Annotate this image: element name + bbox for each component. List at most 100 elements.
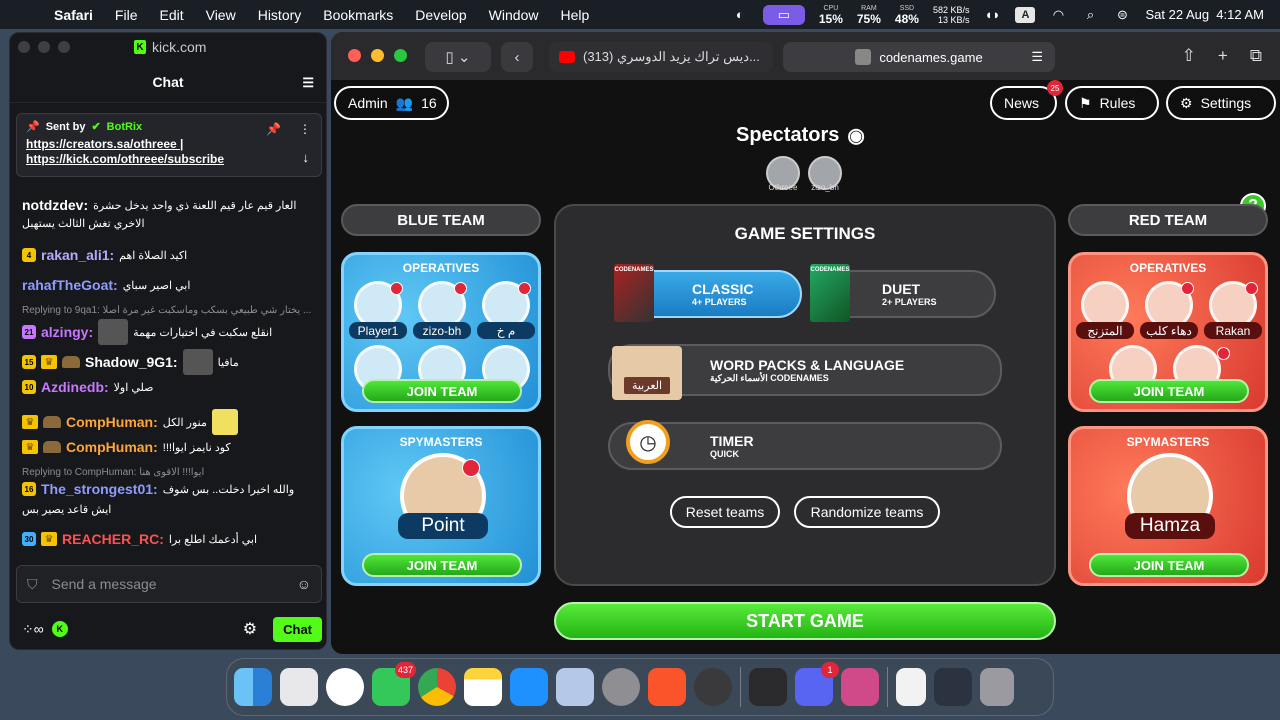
screen-mirror-icon[interactable]: ▭ bbox=[762, 4, 805, 25]
chat-username[interactable]: REACHER_RC: bbox=[62, 531, 164, 547]
airpods-icon[interactable]: ◖◗ bbox=[983, 7, 1001, 22]
wifi-icon[interactable]: ◠ bbox=[1049, 7, 1067, 22]
brave-icon[interactable] bbox=[648, 668, 686, 706]
chat-username[interactable]: The_strongest01: bbox=[41, 481, 158, 497]
ssd-stat[interactable]: SSD 48% bbox=[895, 4, 919, 26]
keyboard-icon[interactable] bbox=[749, 668, 787, 706]
kick-window: Kkick.com Chat ☰ 📌 Sent by ✔ BotRix http… bbox=[9, 32, 327, 650]
menu-help[interactable]: Help bbox=[560, 7, 589, 23]
boxart-title: CODENAMES bbox=[810, 267, 850, 273]
pinned-link-creators[interactable]: https://creators.sa/othreee | bbox=[26, 137, 312, 151]
pin-icon[interactable]: 📌 bbox=[266, 122, 281, 136]
chat-username[interactable]: Shadow_9G1: bbox=[85, 354, 178, 370]
hat-badge-icon bbox=[43, 441, 61, 453]
vpn-icon[interactable]: ◐ bbox=[731, 7, 749, 22]
input-source-icon[interactable]: A bbox=[1015, 6, 1036, 23]
chat-title: Chat bbox=[152, 73, 184, 90]
launchpad-icon[interactable] bbox=[280, 668, 318, 706]
search-icon[interactable]: ⌕ bbox=[1081, 7, 1099, 22]
finder-icon[interactable] bbox=[234, 668, 272, 706]
operative-name: Rakan bbox=[1204, 322, 1262, 339]
chat-send-button[interactable]: Chat bbox=[273, 616, 322, 642]
chat-message: 10 Azdinedb: صلي اولا bbox=[22, 379, 154, 395]
network-stat[interactable]: 582 KB/s 13 KB/s bbox=[933, 5, 970, 25]
chat-username[interactable]: Azdinedb: bbox=[41, 379, 109, 395]
back-icon[interactable]: ‹ bbox=[501, 42, 533, 72]
minimize-button[interactable] bbox=[371, 49, 384, 62]
discord-icon[interactable]: 1 bbox=[795, 662, 839, 706]
menu-view[interactable]: View bbox=[206, 7, 236, 23]
tab-youtube[interactable]: (313) ديس تراك يزيد الدوسري... bbox=[549, 42, 773, 72]
app-store-icon[interactable] bbox=[510, 668, 548, 706]
chat-input[interactable]: ⛉ Send a message ☺ bbox=[16, 565, 322, 603]
gear-icon[interactable]: ⚙ bbox=[243, 619, 257, 639]
join-blue-spymasters-button[interactable]: JOIN TEAM bbox=[362, 553, 522, 577]
chat-username[interactable]: rahafTheGoat: bbox=[22, 277, 118, 293]
close-button[interactable] bbox=[18, 41, 30, 53]
codenames-favicon-icon bbox=[855, 49, 872, 65]
menu-develop[interactable]: Develop bbox=[415, 7, 466, 23]
menu-file[interactable]: File bbox=[115, 7, 138, 23]
admin-button[interactable]: Admin 👥 16 bbox=[334, 86, 449, 120]
system-settings-icon[interactable] bbox=[602, 668, 640, 706]
safari-icon[interactable] bbox=[326, 668, 364, 706]
join-red-spymasters-button[interactable]: JOIN TEAM bbox=[1089, 553, 1249, 577]
new-tab-icon[interactable]: + bbox=[1218, 46, 1228, 66]
minimize-button[interactable] bbox=[38, 41, 50, 53]
menu-app-name[interactable]: Safari bbox=[54, 7, 93, 23]
reader-icon[interactable]: ☰ bbox=[1031, 49, 1043, 65]
tab-overview-icon[interactable]: ⧉ bbox=[1250, 46, 1262, 66]
points-icon[interactable]: ⁘∞ bbox=[22, 621, 44, 638]
emoji-icon[interactable]: ☺ bbox=[297, 576, 311, 592]
rules-button[interactable]: ⚑ Rules bbox=[1065, 86, 1159, 120]
randomize-teams-button[interactable]: Randomize teams bbox=[794, 496, 940, 528]
trash-icon[interactable] bbox=[980, 668, 1014, 706]
join-blue-operatives-button[interactable]: JOIN TEAM bbox=[362, 379, 522, 403]
menu-edit[interactable]: Edit bbox=[159, 7, 183, 23]
zoom-button[interactable] bbox=[394, 49, 407, 62]
zoom-button[interactable] bbox=[58, 41, 70, 53]
chrome-icon[interactable] bbox=[418, 668, 456, 706]
iphone-mirroring-icon[interactable] bbox=[556, 668, 594, 706]
files-icon[interactable] bbox=[896, 668, 926, 706]
player-count: 16 bbox=[421, 95, 437, 111]
classic-label: CLASSIC bbox=[692, 281, 754, 297]
chat-username[interactable]: CompHuman: bbox=[66, 414, 158, 430]
chat-username[interactable]: notdzdev: bbox=[22, 197, 88, 213]
cpu-stat[interactable]: CPU 15% bbox=[819, 4, 843, 26]
menu-window[interactable]: Window bbox=[489, 7, 539, 23]
close-button[interactable] bbox=[348, 49, 361, 62]
reset-teams-button[interactable]: Reset teams bbox=[670, 496, 780, 528]
clock[interactable]: Sat 22 Aug 4:12 AM bbox=[1145, 7, 1264, 22]
pinned-link-subscribe[interactable]: https://kick.com/othreee/subscribe bbox=[26, 152, 312, 166]
obs-icon[interactable] bbox=[694, 668, 732, 706]
news-button[interactable]: News 25 bbox=[990, 80, 1063, 120]
share-icon[interactable]: ⇧ bbox=[1182, 46, 1196, 66]
chat-username[interactable]: CompHuman: bbox=[66, 439, 158, 455]
timer-label: TIMER bbox=[710, 433, 754, 449]
menu-bookmarks[interactable]: Bookmarks bbox=[323, 7, 393, 23]
join-red-operatives-button[interactable]: JOIN TEAM bbox=[1089, 379, 1249, 403]
kick-logo-icon[interactable]: K bbox=[51, 621, 68, 637]
ram-stat[interactable]: RAM 75% bbox=[857, 4, 881, 26]
app-icon[interactable] bbox=[841, 668, 879, 706]
wordpacks-sub: الأسماء الحركية CODENAMES bbox=[710, 372, 829, 383]
crown-badge-icon: ♛ bbox=[22, 415, 38, 429]
users-icon[interactable]: ☰ bbox=[302, 75, 314, 91]
chat-text: منور الكل bbox=[162, 416, 207, 429]
notes-icon[interactable] bbox=[464, 668, 502, 706]
sidebar-toggle-icon[interactable]: ▯ ⌄ bbox=[425, 42, 491, 72]
control-center-icon[interactable]: ⊜ bbox=[1113, 7, 1131, 22]
more-icon[interactable]: ⋮ bbox=[299, 122, 311, 136]
messages-icon[interactable]: 437 bbox=[372, 662, 416, 706]
screen-icon[interactable] bbox=[934, 668, 972, 706]
news-badge: 25 bbox=[1047, 80, 1063, 96]
expand-down-icon[interactable]: ↓ bbox=[303, 150, 310, 165]
start-game-button[interactable]: START GAME bbox=[554, 602, 1056, 640]
settings-button[interactable]: ⚙ Settings bbox=[1166, 86, 1276, 120]
net-down: 13 KB/s bbox=[937, 14, 970, 25]
chat-username[interactable]: alzingy: bbox=[41, 324, 93, 340]
menu-history[interactable]: History bbox=[258, 7, 302, 23]
chat-username[interactable]: rakan_ali1: bbox=[41, 247, 114, 263]
tab-codenames[interactable]: codenames.game ☰ bbox=[783, 42, 1055, 72]
